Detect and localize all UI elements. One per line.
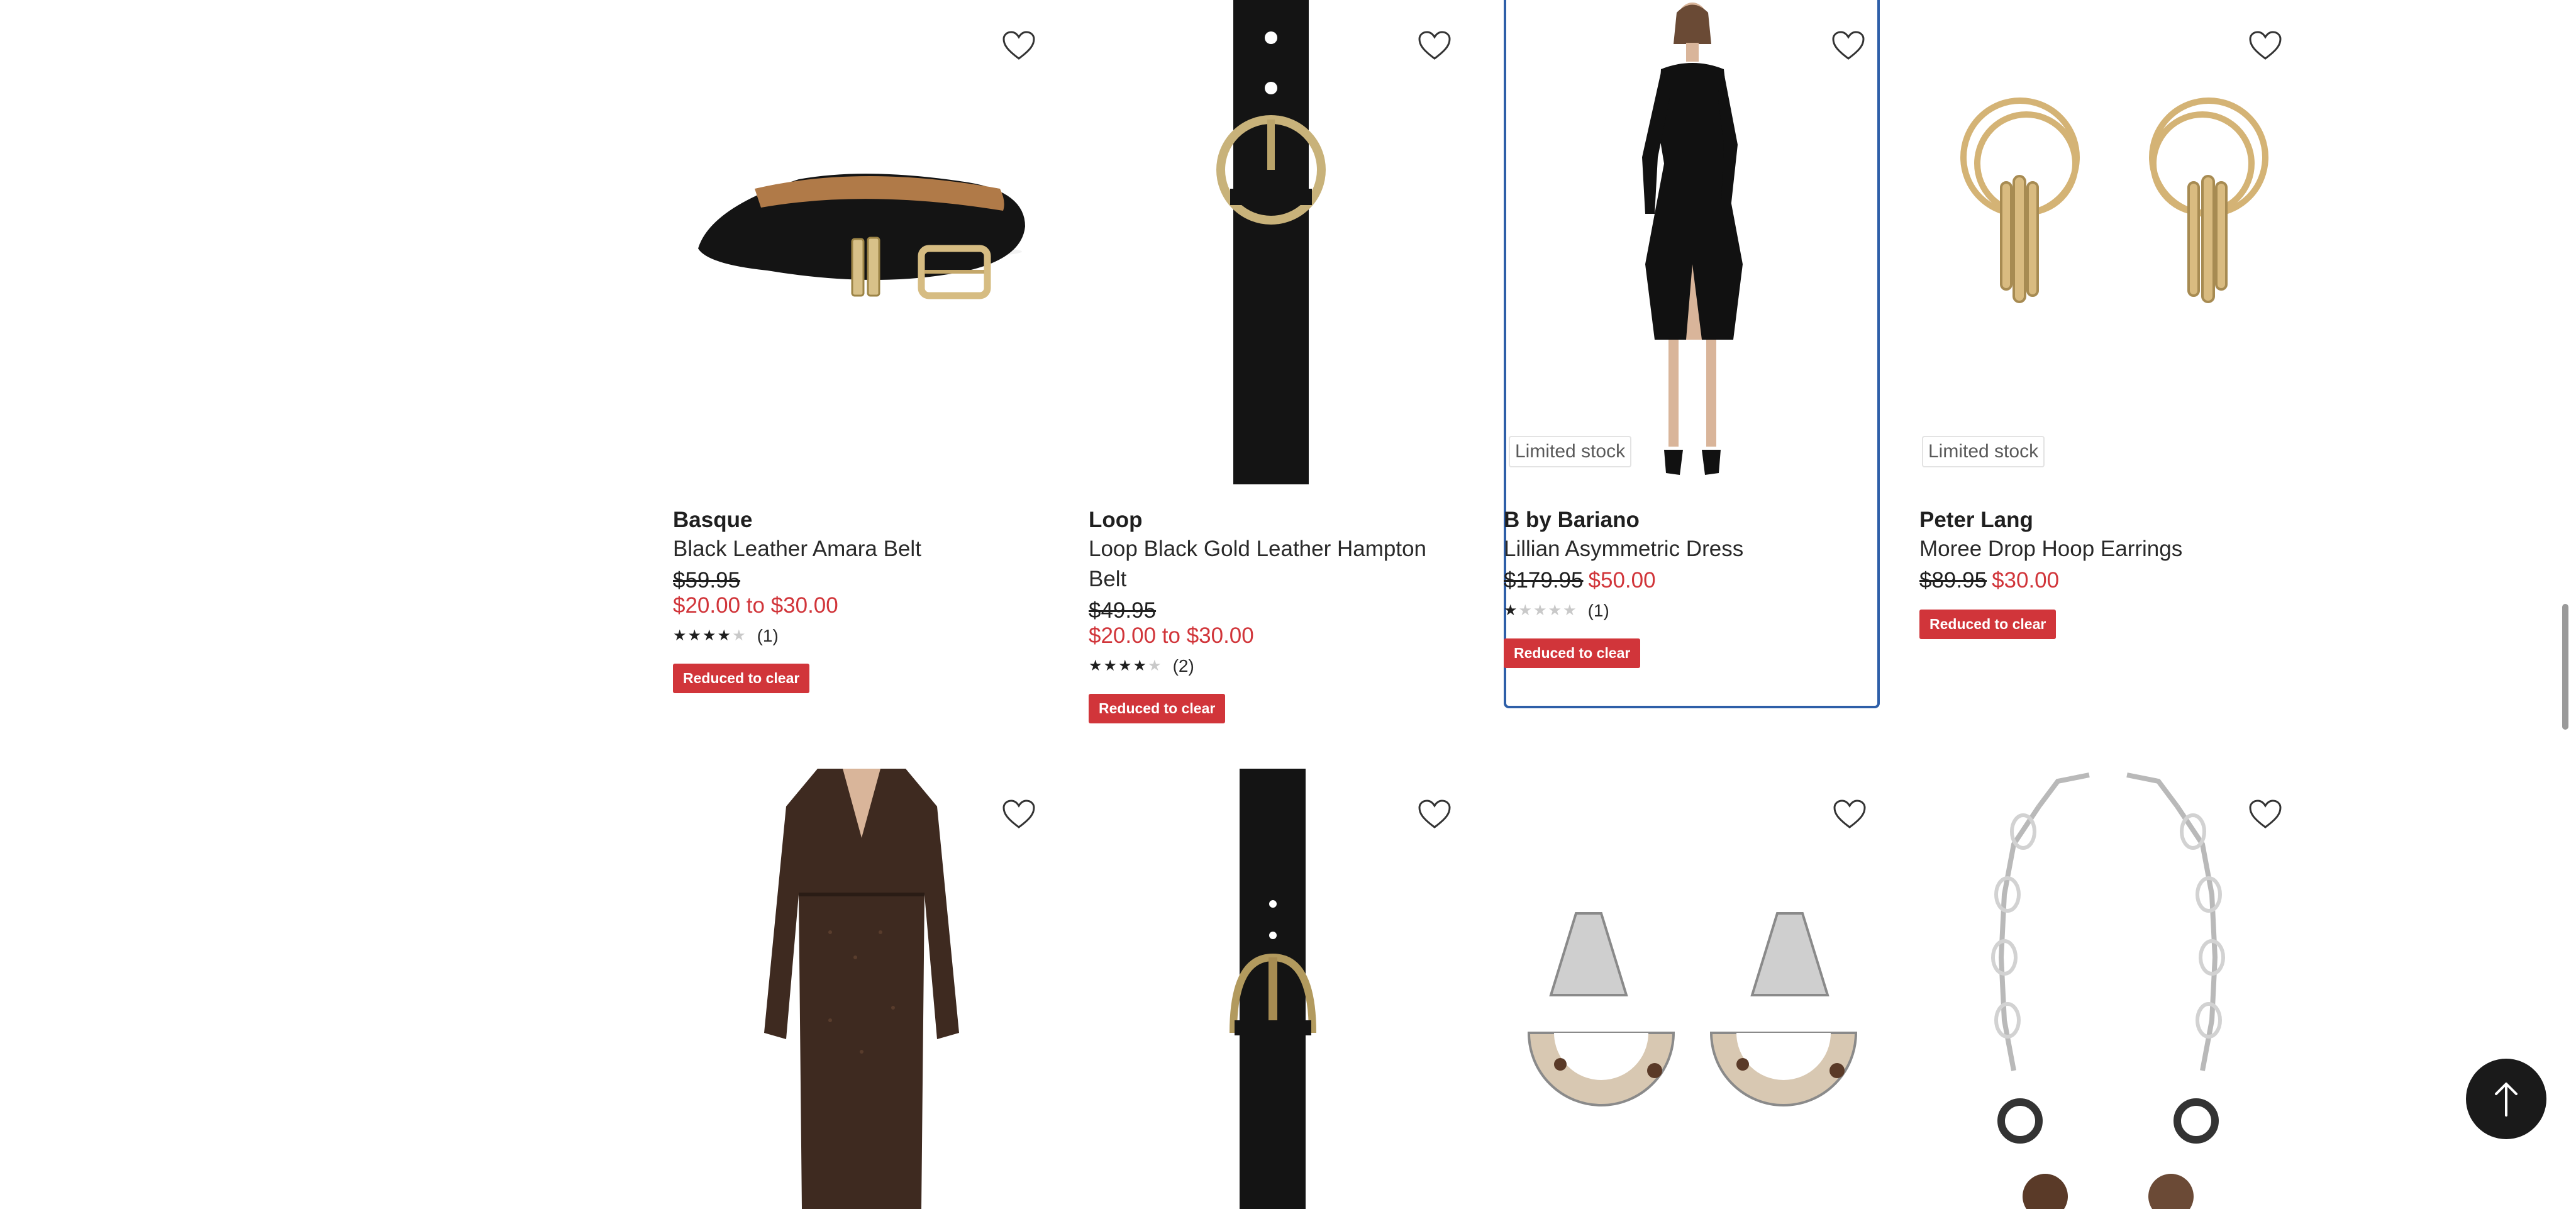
rating[interactable]: ★ ★ ★ ★ ★ (1) (1504, 599, 1881, 622)
sale-price: $30.00 (1992, 568, 2060, 593)
price-block: $89.95 $30.00 (1919, 568, 2297, 593)
heart-icon (1002, 800, 1035, 828)
limited-stock-badge: Limited stock (1922, 436, 2045, 467)
star-icon: ★ (1148, 657, 1162, 674)
sale-price: $20.00 to $30.00 (1089, 623, 1254, 648)
product-brand[interactable]: Peter Lang (1919, 506, 2297, 534)
product-title[interactable]: Black Leather Amara Belt (673, 534, 1050, 564)
price-block: $49.95 $20.00 to $30.00 (1089, 598, 1466, 649)
product-brand[interactable]: Loop (1089, 506, 1466, 534)
product-brand[interactable]: B by Bariano (1504, 506, 1881, 534)
star-icon: ★ (1533, 602, 1547, 619)
reduced-to-clear-tag: Reduced to clear (673, 664, 810, 693)
star-icon: ★ (687, 627, 702, 644)
product-image-belt[interactable] (1089, 769, 1466, 1209)
limited-stock-badge: Limited stock (1509, 436, 1632, 467)
rating[interactable]: ★ ★ ★ ★ ★ (2) (1089, 655, 1466, 677)
arrow-up-icon (2495, 1083, 2518, 1117)
wishlist-heart-button[interactable] (2240, 24, 2290, 68)
star-icon: ★ (673, 627, 687, 644)
back-to-top-button[interactable] (2466, 1059, 2546, 1139)
star-rating: ★ ★ ★ ★ ★ (1089, 659, 1162, 674)
wishlist-heart-button[interactable] (994, 24, 1044, 68)
wishlist-heart-button[interactable] (1409, 24, 1460, 68)
heart-icon (1418, 31, 1451, 60)
wishlist-heart-button[interactable] (994, 793, 1044, 837)
star-icon: ★ (1504, 602, 1518, 619)
product-brand[interactable]: Basque (673, 506, 1050, 534)
wishlist-heart-button[interactable] (2240, 793, 2290, 837)
product-info: Peter Lang Moree Drop Hoop Earrings $89.… (1919, 506, 2297, 639)
sale-price: $20.00 to $30.00 (673, 593, 838, 618)
reduced-to-clear-tag: Reduced to clear (1919, 610, 2057, 639)
heart-icon (2249, 31, 2282, 60)
star-icon: ★ (1518, 602, 1533, 619)
wishlist-heart-button[interactable] (1823, 24, 1874, 68)
star-icon: ★ (1548, 602, 1562, 619)
product-image-necklace[interactable] (1919, 769, 2297, 1209)
price-block: $179.95 $50.00 (1504, 568, 1881, 593)
review-count: (1) (1587, 601, 1609, 620)
star-icon: ★ (717, 627, 731, 644)
product-image-belt[interactable] (673, 0, 1050, 484)
original-price: $89.95 (1919, 568, 1987, 593)
star-rating: ★ ★ ★ ★ ★ (673, 628, 746, 644)
rating[interactable]: ★ ★ ★ ★ ★ (1) (673, 625, 1050, 647)
reduced-to-clear-tag: Reduced to clear (1504, 638, 1641, 668)
product-title[interactable]: Lillian Asymmetric Dress (1504, 534, 1881, 564)
star-icon: ★ (1563, 602, 1577, 619)
product-image-earrings[interactable] (1504, 769, 1881, 1209)
wishlist-heart-button[interactable] (1409, 793, 1460, 837)
star-icon: ★ (1133, 657, 1147, 674)
original-price: $179.95 (1504, 568, 1584, 593)
original-price: $49.95 (1089, 598, 1157, 623)
product-image-dress[interactable] (673, 769, 1050, 1209)
product-image-earrings[interactable] (1919, 0, 2297, 484)
reduced-to-clear-tag: Reduced to clear (1089, 694, 1226, 723)
price-block: $59.95 $20.00 to $30.00 (673, 568, 1050, 618)
heart-icon (2249, 800, 2282, 828)
star-icon: ★ (1103, 657, 1118, 674)
heart-icon (1418, 800, 1451, 828)
heart-icon (1832, 31, 1865, 60)
product-info: B by Bariano Lillian Asymmetric Dress $1… (1504, 506, 1881, 668)
review-count: (1) (757, 626, 779, 645)
product-title[interactable]: Moree Drop Hoop Earrings (1919, 534, 2297, 564)
review-count: (2) (1172, 656, 1194, 676)
star-icon: ★ (1089, 657, 1102, 674)
wishlist-heart-button[interactable] (1824, 793, 1875, 837)
product-info: Loop Loop Black Gold Leather Hampton Bel… (1089, 506, 1466, 723)
product-title[interactable]: Loop Black Gold Leather Hampton Belt (1089, 534, 1466, 594)
star-icon: ★ (732, 627, 746, 644)
sale-price: $50.00 (1588, 568, 1656, 593)
scrollbar-thumb[interactable] (2562, 604, 2568, 730)
product-card-bariano-dress[interactable]: Limited stock B by Bariano Lillian Asymm… (1504, 0, 1880, 708)
star-icon: ★ (1118, 657, 1132, 674)
product-image-belt[interactable] (1089, 0, 1466, 484)
product-image-dress[interactable] (1504, 0, 1881, 484)
star-icon: ★ (702, 627, 716, 644)
heart-icon (1833, 800, 1866, 828)
product-info: Basque Black Leather Amara Belt $59.95 $… (673, 506, 1050, 693)
star-rating: ★ ★ ★ ★ ★ (1504, 603, 1577, 618)
original-price: $59.95 (673, 568, 741, 593)
heart-icon (1002, 31, 1035, 60)
